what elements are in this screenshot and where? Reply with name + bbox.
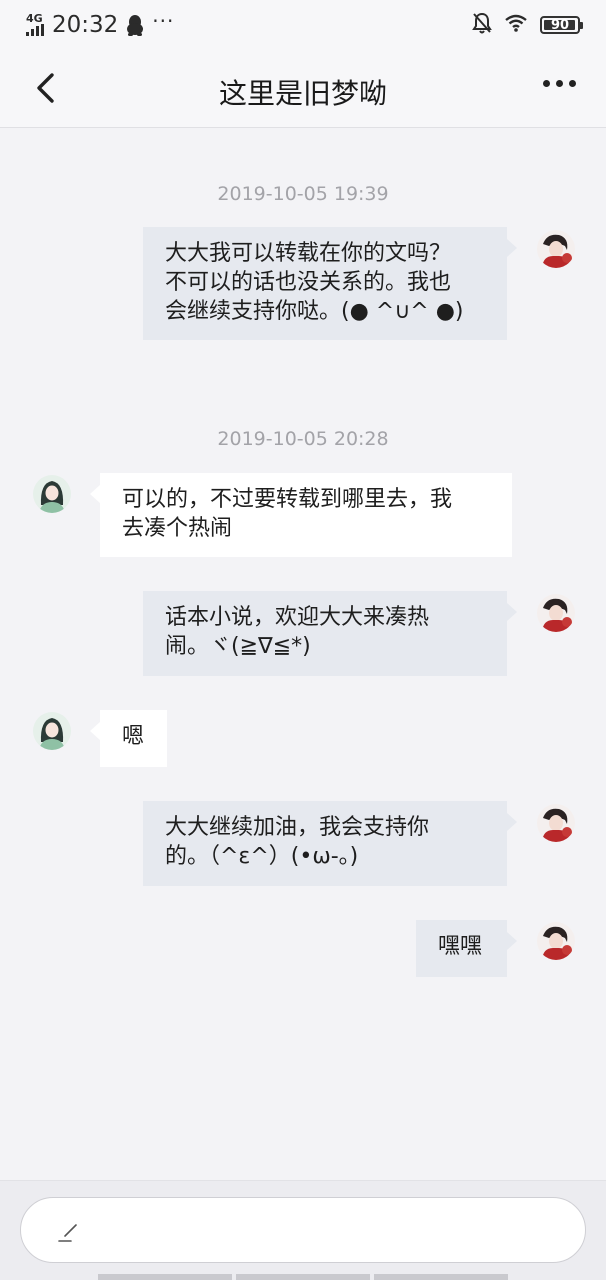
battery-level: 90 (550, 17, 570, 33)
timestamp: 2019-10-05 20:28 (217, 428, 389, 450)
network-type: 4G (26, 12, 43, 25)
my-avatar[interactable] (537, 804, 575, 842)
message-bubble-outgoing[interactable]: 话本小说，欢迎大大来凑热 闹。ヾ(≧∇≦*) (143, 591, 517, 676)
input-bar (0, 1180, 606, 1280)
message-line: 可以的，不过要转载到哪里去，我 (122, 487, 453, 512)
message-line: 嘿嘿 (438, 934, 483, 959)
message-line: 大大我可以转载在你的文吗？ (165, 241, 452, 266)
chat-screen: 4G 20:32 ··· 90 这里是旧梦呦 2019-10-05 19:39 … (0, 0, 606, 1280)
my-avatar[interactable] (537, 594, 575, 632)
message-input[interactable] (20, 1197, 586, 1263)
message-line: 会继续支持你哒。(● ^∪^ ●) (165, 299, 464, 324)
message-line: 大大继续加油，我会支持你 (165, 815, 430, 840)
penguin-icon (126, 14, 144, 36)
bell-muted-icon (472, 12, 492, 38)
keyboard-handle (0, 1274, 606, 1280)
network-indicator: 4G (26, 12, 44, 36)
message-line: 闹。ヾ(≧∇≦*) (165, 634, 311, 659)
ellipsis-icon (543, 80, 550, 87)
wifi-icon (504, 14, 528, 36)
message-bubble-outgoing[interactable]: 嘿嘿 (416, 920, 517, 977)
more-options-button[interactable] (543, 80, 576, 87)
timestamp: 2019-10-05 19:39 (217, 183, 389, 205)
more-notifications-icon: ··· (152, 9, 175, 33)
message-bubble-incoming[interactable]: 嗯 (90, 710, 167, 767)
page-title: 这里是旧梦呦 (218, 77, 387, 110)
message-line: 去凑个热闹 (122, 516, 233, 541)
contact-avatar[interactable] (33, 475, 71, 513)
pen-icon (57, 1218, 83, 1248)
message-bubble-outgoing[interactable]: 大大继续加油，我会支持你 的。（^ε^）(•ω-。) (143, 801, 517, 886)
my-avatar[interactable] (537, 922, 575, 960)
title-bar: 这里是旧梦呦 (0, 50, 606, 128)
message-bubble-outgoing[interactable]: 大大我可以转载在你的文吗？ 不可以的话也没关系的。我也 会继续支持你哒。(● ^… (143, 227, 517, 340)
status-time: 20:32 (52, 12, 119, 38)
message-bubble-incoming[interactable]: 可以的，不过要转载到哪里去，我 去凑个热闹 (90, 473, 512, 557)
status-bar: 4G 20:32 ··· 90 (0, 0, 606, 50)
my-avatar[interactable] (537, 230, 575, 268)
signal-icon (26, 24, 44, 36)
status-left: 4G 20:32 ··· (26, 9, 175, 38)
message-line: 话本小说，欢迎大大来凑热 (165, 605, 430, 630)
status-right: 90 (472, 12, 583, 38)
message-line: 嗯 (122, 724, 145, 749)
contact-avatar[interactable] (33, 712, 71, 750)
message-line: 的。（^ε^）(•ω-。) (165, 844, 359, 869)
message-line: 不可以的话也没关系的。我也 (165, 270, 452, 295)
battery-icon: 90 (540, 16, 583, 34)
